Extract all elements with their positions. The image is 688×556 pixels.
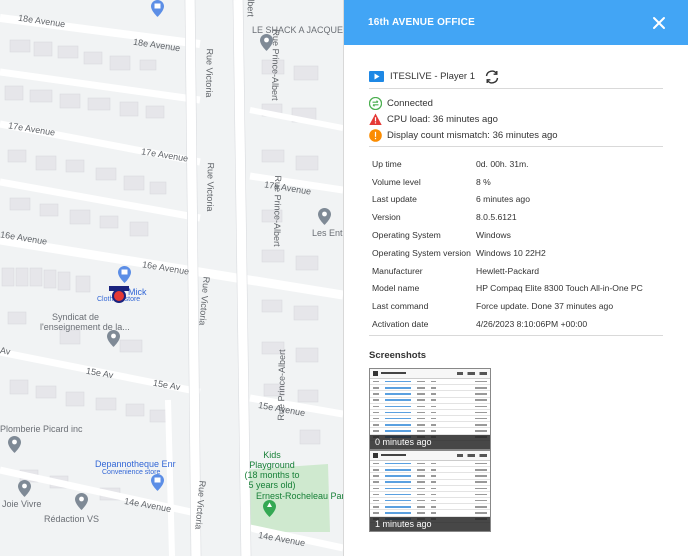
info-row-manufacturer: Manufacturer Hewlett-Packard xyxy=(369,262,663,280)
info-key: Manufacturer xyxy=(372,265,423,276)
info-key: Up time xyxy=(372,158,402,169)
info-key: Last update xyxy=(372,194,417,205)
info-value: Windows 10 22H2 xyxy=(476,247,546,258)
player-icon xyxy=(369,71,384,82)
info-value: 8 % xyxy=(476,176,491,187)
info-row-version: Version 8.0.5.6121 xyxy=(369,208,663,226)
screenshot-rows xyxy=(370,461,490,523)
place-pin-icon[interactable] xyxy=(75,493,88,510)
warning-icon xyxy=(369,113,382,125)
info-value: Windows xyxy=(476,230,511,241)
screenshot-caption: 0 minutes ago xyxy=(370,434,490,449)
status-connected: Connected xyxy=(369,95,663,111)
place-pin-icon[interactable] xyxy=(260,34,273,51)
map-view[interactable]: 18e Avenue 18e Avenue 17e Avenue 17e Ave… xyxy=(0,0,343,556)
place-pin-icon[interactable] xyxy=(107,330,120,347)
info-key: Activation date xyxy=(372,319,429,330)
place-pin-icon[interactable] xyxy=(8,436,21,453)
info-key: Version xyxy=(372,212,401,223)
place-pin-icon[interactable] xyxy=(18,480,31,497)
screenshot-thumbnail[interactable]: 1 minutes ago xyxy=(369,449,491,532)
park-pin-icon[interactable] xyxy=(263,500,276,517)
info-row-activation: Activation date 4/26/2023 8:10:06PM +00:0… xyxy=(369,315,663,333)
place-label-redaction[interactable]: Rédaction VS xyxy=(44,514,99,524)
place-label-joie-vivre[interactable]: Joie Vivre xyxy=(2,499,41,509)
alert-icon xyxy=(369,128,382,142)
connected-icon xyxy=(369,96,382,110)
screenshot-caption: 1 minutes ago xyxy=(370,516,490,531)
place-label-depanno[interactable]: Depannotheque Enr xyxy=(95,459,176,469)
screenshot-thumbnail[interactable]: 0 minutes ago xyxy=(369,367,491,450)
place-label-kids-3[interactable]: (18 months to xyxy=(234,470,310,480)
street-label: Rue Prince-Albert xyxy=(275,349,288,421)
panel-title: 16th AVENUE OFFICE xyxy=(368,17,475,28)
place-label-kids-4[interactable]: 5 years old) xyxy=(234,480,310,490)
info-value: Hewlett-Packard xyxy=(476,265,540,276)
info-row-last-command: Last command Force update. Done 37 minute… xyxy=(369,297,663,315)
place-label-les-entr[interactable]: Les Entr xyxy=(312,228,343,238)
status-text: Connected xyxy=(387,97,433,109)
street-label: Albert xyxy=(245,0,256,17)
store-pin-icon[interactable] xyxy=(151,0,164,17)
screenshot-header xyxy=(370,368,490,379)
place-label-kids[interactable]: Kids xyxy=(252,450,292,460)
status-cpu-load: CPU load: 36 minutes ago xyxy=(369,111,663,127)
street-label: Av xyxy=(0,345,12,357)
place-label-le-shack[interactable]: LE SHACK A JACQUES xyxy=(252,25,343,35)
info-key: Operating System version xyxy=(372,247,471,258)
status-text: CPU load: 36 minutes ago xyxy=(387,113,498,125)
panel-header: 16th AVENUE OFFICE xyxy=(344,0,688,45)
street-label: Rue Victoria xyxy=(204,48,215,98)
status-list: Connected CPU load: 36 minutes ago Displ… xyxy=(369,89,663,147)
screenshot-rows xyxy=(370,379,490,441)
info-key: Volume level xyxy=(372,176,421,187)
place-pin-icon[interactable] xyxy=(318,208,331,225)
info-row-last-update: Last update 6 minutes ago xyxy=(369,191,663,209)
info-key: Model name xyxy=(372,283,420,294)
player-row[interactable]: ITESLIVE - Player 1 xyxy=(369,67,663,89)
info-value: 4/26/2023 8:10:06PM +00:00 xyxy=(476,319,588,330)
status-text: Display count mismatch: 36 minutes ago xyxy=(387,129,558,141)
place-label-kids-2[interactable]: Playground xyxy=(241,460,303,470)
clothing-store-pin-icon[interactable] xyxy=(118,266,131,283)
street-label: Rue Prince-Albert xyxy=(271,175,284,247)
device-location-marker[interactable] xyxy=(109,285,129,305)
info-row-uptime: Up time 0d. 00h. 31m. xyxy=(369,155,663,173)
place-label-syndicat[interactable]: Syndicat de xyxy=(52,312,99,322)
refresh-icon[interactable] xyxy=(483,68,501,86)
info-value: HP Compaq Elite 8300 Touch All-in-One PC xyxy=(476,283,643,294)
screenshot-header xyxy=(370,450,490,461)
info-row-volume: Volume level 8 % xyxy=(369,173,663,191)
info-row-os: Operating System Windows xyxy=(369,226,663,244)
place-label-plomberie[interactable]: Plomberie Picard inc xyxy=(0,424,83,434)
device-details-panel: 16th AVENUE OFFICE ITESLIVE - Player 1 C… xyxy=(343,0,688,556)
status-display-mismatch: Display count mismatch: 36 minutes ago xyxy=(369,127,663,143)
info-row-os-version: Operating System version Windows 10 22H2 xyxy=(369,244,663,262)
store-pin-icon[interactable] xyxy=(151,474,164,491)
info-value: 8.0.5.6121 xyxy=(476,212,517,223)
info-key: Last command xyxy=(372,301,429,312)
close-icon[interactable] xyxy=(652,16,666,30)
info-key: Operating System xyxy=(372,230,441,241)
player-name[interactable]: ITESLIVE - Player 1 xyxy=(390,71,475,82)
info-row-model: Model name HP Compaq Elite 8300 Touch All… xyxy=(369,280,663,298)
info-value: 0d. 00h. 31m. xyxy=(476,158,529,169)
info-value: Force update. Done 37 minutes ago xyxy=(476,301,614,312)
device-info-table: Up time 0d. 00h. 31m. Volume level 8 % Las… xyxy=(369,155,663,336)
screenshots-heading: Screenshots xyxy=(369,349,427,361)
info-value: 6 minutes ago xyxy=(476,194,530,205)
street-label: Rue Victoria xyxy=(205,162,216,212)
